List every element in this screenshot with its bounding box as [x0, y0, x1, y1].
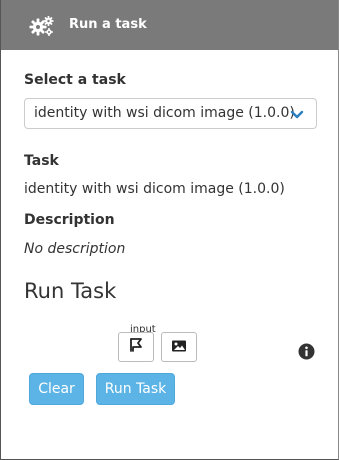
- chevron-down-icon: [290, 108, 304, 119]
- region-flag-icon: [128, 337, 144, 357]
- info-icon[interactable]: [298, 343, 315, 360]
- task-select[interactable]: identity with wsi dicom image (1.0.0): [24, 98, 317, 129]
- clear-button[interactable]: Clear: [29, 373, 84, 405]
- select-task-label: Select a task: [24, 72, 126, 88]
- image-input-button[interactable]: [161, 332, 197, 362]
- run-task-button[interactable]: Run Task: [96, 373, 175, 405]
- region-input-button[interactable]: [118, 332, 154, 362]
- panel-title: Run a task: [69, 17, 147, 32]
- image-icon: [171, 338, 187, 357]
- run-task-panel: Run a task Select a task identity with w…: [0, 0, 339, 460]
- gears-icon: [29, 15, 55, 37]
- task-select-value: identity with wsi dicom image (1.0.0): [34, 105, 295, 121]
- description-label: Description: [24, 212, 115, 228]
- task-value: identity with wsi dicom image (1.0.0): [24, 181, 285, 197]
- panel-header: Run a task: [1, 0, 338, 50]
- run-task-heading: Run Task: [24, 279, 117, 303]
- task-label: Task: [24, 153, 59, 169]
- description-value: No description: [24, 241, 126, 257]
